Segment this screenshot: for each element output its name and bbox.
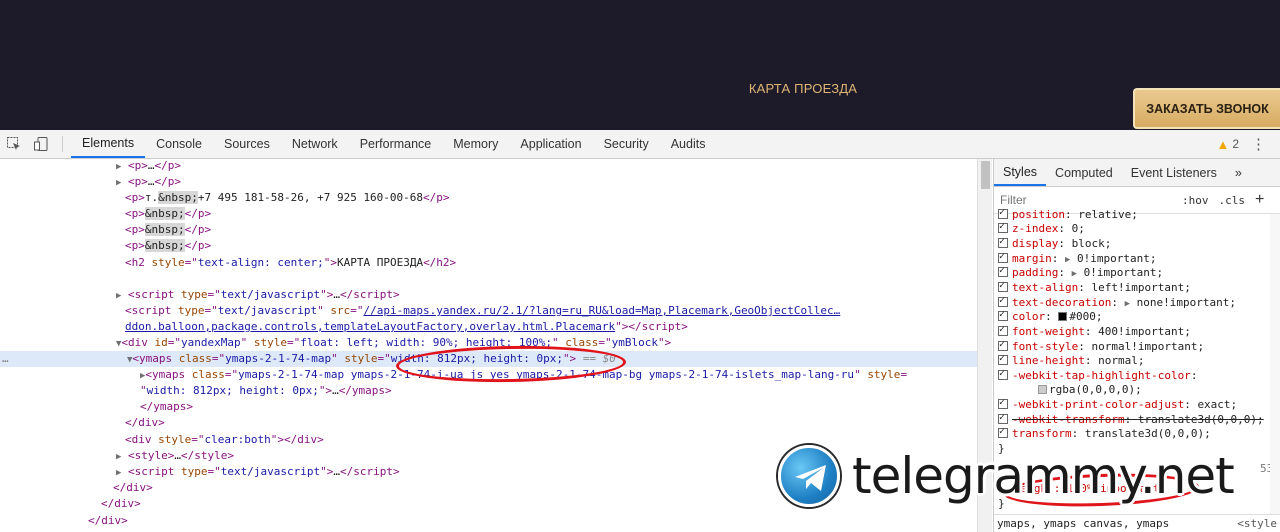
tab-performance[interactable]: Performance [349, 130, 443, 158]
new-rule-icon[interactable]: + [1255, 191, 1264, 209]
css-property[interactable]: padding: ▶ 0!important; [998, 264, 1163, 281]
css-property-overridden[interactable]: -webkit-transform: translate3d(0,0,0); [998, 411, 1264, 428]
color-swatch[interactable] [1058, 312, 1068, 321]
css-property[interactable]: text-align: left!important; [998, 279, 1191, 296]
dom-node-close[interactable]: </div> [113, 480, 153, 496]
expand-arrow-icon[interactable]: ▶ [116, 291, 121, 301]
property-checkbox[interactable] [998, 220, 1008, 235]
css-property[interactable]: font-style: normal!important; [998, 338, 1204, 355]
css-property[interactable]: line-height: normal; [998, 352, 1144, 369]
inspect-element-icon[interactable] [0, 130, 27, 158]
property-checkbox[interactable] [998, 352, 1008, 367]
scrollbar-thumb[interactable] [981, 161, 990, 189]
tab-elements[interactable]: Elements [71, 130, 146, 158]
dom-node-script-src-cont[interactable]: ddon.balloon,package.controls,templateLa… [125, 319, 688, 335]
dom-node-close[interactable]: </div> [125, 415, 165, 431]
tab-styles[interactable]: Styles [994, 159, 1047, 186]
css-property-value[interactable]: rgba(0,0,0,0); [1038, 383, 1142, 398]
dom-node-yandexmap[interactable]: ▼<div id="yandexMap" style="float: left;… [116, 335, 671, 351]
css-property[interactable]: margin: ▶ 0!important; [998, 250, 1157, 267]
watermark-text: telegrammy.net [852, 447, 1235, 505]
dom-node-close[interactable]: </div> [88, 513, 128, 529]
property-checkbox[interactable] [998, 308, 1008, 323]
property-checkbox[interactable] [998, 323, 1008, 338]
property-checkbox[interactable] [998, 264, 1008, 279]
tab-sources[interactable]: Sources [213, 130, 281, 158]
property-checkbox[interactable] [998, 206, 1008, 221]
website-header: КАРТА ПРОЕЗДА ЗАКАЗАТЬ ЗВОНОК [0, 0, 1280, 130]
dom-node-style[interactable]: ▶ <style>…</style> [116, 448, 234, 464]
expand-arrow-icon[interactable]: ▶ [116, 178, 121, 188]
property-checkbox[interactable] [998, 367, 1008, 382]
telegram-logo-icon [778, 445, 840, 507]
dom-node-close[interactable]: </ymaps> [140, 399, 193, 415]
expand-arrow-icon[interactable]: ▶ [116, 468, 121, 478]
property-checkbox[interactable] [998, 396, 1008, 411]
script-src-link-cont[interactable]: ddon.balloon,package.controls,templateLa… [125, 320, 615, 333]
tab-security[interactable]: Security [593, 130, 660, 158]
more-options-icon[interactable]: ⋮ [1251, 137, 1266, 152]
dom-node-ymaps-selected[interactable]: … ▼<ymaps class="ymaps-2-1-74-map" style=… [0, 351, 977, 367]
cls-toggle[interactable]: .cls [1219, 194, 1246, 207]
dom-node-h2[interactable]: <h2 style="text-align: center;">КАРТА ПР… [125, 255, 456, 271]
property-checkbox[interactable] [998, 411, 1008, 426]
watermark: telegrammy.net [778, 441, 1235, 511]
property-checkbox[interactable] [998, 279, 1008, 294]
toolbar-divider [62, 136, 63, 152]
css-property[interactable]: transform: translate3d(0,0,0); [998, 425, 1211, 442]
dom-node-inner-ymaps-cont[interactable]: "width: 812px; height: 0px;">…</ymaps> [140, 383, 392, 399]
css-property[interactable]: z-index: 0; [998, 220, 1085, 237]
warning-counter[interactable]: ▲ 2 [1216, 137, 1239, 152]
tab-application[interactable]: Application [509, 130, 592, 158]
tab-audits[interactable]: Audits [660, 130, 717, 158]
dom-node[interactable]: <p>&nbsp;</p> [125, 222, 211, 238]
property-checkbox[interactable] [998, 425, 1008, 440]
dom-node-script[interactable]: ▶ <script type="text/javascript">…</scri… [116, 464, 400, 480]
tab-console[interactable]: Console [145, 130, 213, 158]
expand-arrow-icon[interactable]: ▶ [116, 452, 121, 462]
hov-toggle[interactable]: :hov [1182, 194, 1209, 207]
styles-tabs: Styles Computed Event Listeners » [994, 159, 1280, 187]
css-property[interactable]: text-decoration: ▶ none!important; [998, 294, 1236, 311]
css-property[interactable]: display: block; [998, 235, 1111, 252]
dom-node[interactable]: <p>т.&nbsp;+7 495 181-58-26, +7 925 160-… [125, 190, 450, 206]
property-checkbox[interactable] [998, 250, 1008, 265]
map-heading: КАРТА ПРОЕЗДА [748, 81, 858, 96]
dom-node-script[interactable]: ▶ <script type="text/javascript">…</scri… [116, 287, 400, 303]
tab-event-listeners[interactable]: Event Listeners [1122, 159, 1226, 186]
css-property[interactable]: font-weight: 400!important; [998, 323, 1191, 340]
tab-computed[interactable]: Computed [1046, 159, 1122, 186]
dom-node-script-src[interactable]: <script type="text/javascript" src="//ap… [125, 303, 840, 319]
property-checkbox[interactable] [998, 294, 1008, 309]
order-call-button[interactable]: ЗАКАЗАТЬ ЗВОНОК [1133, 88, 1280, 129]
dom-node[interactable]: <p>&nbsp;</p> [125, 206, 211, 222]
script-src-link[interactable]: //api-maps.yandex.ru/2.1/?lang=ru_RU&loa… [363, 304, 840, 317]
styles-rule-selector[interactable]: ymaps, ymaps canvas, ymaps <style [994, 514, 1280, 532]
dom-node-inner-ymaps[interactable]: ▶<ymaps class="ymaps-2-1-74-map ymaps-2-… [140, 367, 907, 383]
color-swatch[interactable] [1038, 385, 1047, 394]
dom-node[interactable]: <p>&nbsp;</p> [125, 238, 211, 254]
tab-memory[interactable]: Memory [442, 130, 509, 158]
expand-arrow-icon[interactable]: ▶ [116, 162, 121, 172]
more-tabs-icon[interactable]: » [1226, 159, 1251, 186]
dom-node[interactable]: ▶ <p>…</p> [116, 174, 181, 190]
dom-node-close[interactable]: </div> [101, 496, 141, 512]
property-checkbox[interactable] [998, 235, 1008, 250]
css-property[interactable]: position: relative; [998, 206, 1138, 223]
dom-node-clear[interactable]: <div style="clear:both"></div> [125, 432, 324, 448]
device-toolbar-icon[interactable] [27, 130, 54, 158]
css-property[interactable]: color: #000; [998, 308, 1103, 325]
styles-scrollbar[interactable] [1270, 214, 1280, 514]
property-checkbox[interactable] [998, 338, 1008, 353]
warning-count: 2 [1232, 137, 1239, 151]
css-property[interactable]: -webkit-print-color-adjust: exact; [998, 396, 1237, 413]
devtools-toolbar: Elements Console Sources Network Perform… [0, 130, 1280, 159]
css-property[interactable]: -webkit-tap-highlight-color: [998, 367, 1197, 384]
tab-network[interactable]: Network [281, 130, 349, 158]
warning-icon: ▲ [1216, 136, 1230, 152]
dom-node[interactable]: ▶ <p>…</p> [116, 159, 181, 174]
